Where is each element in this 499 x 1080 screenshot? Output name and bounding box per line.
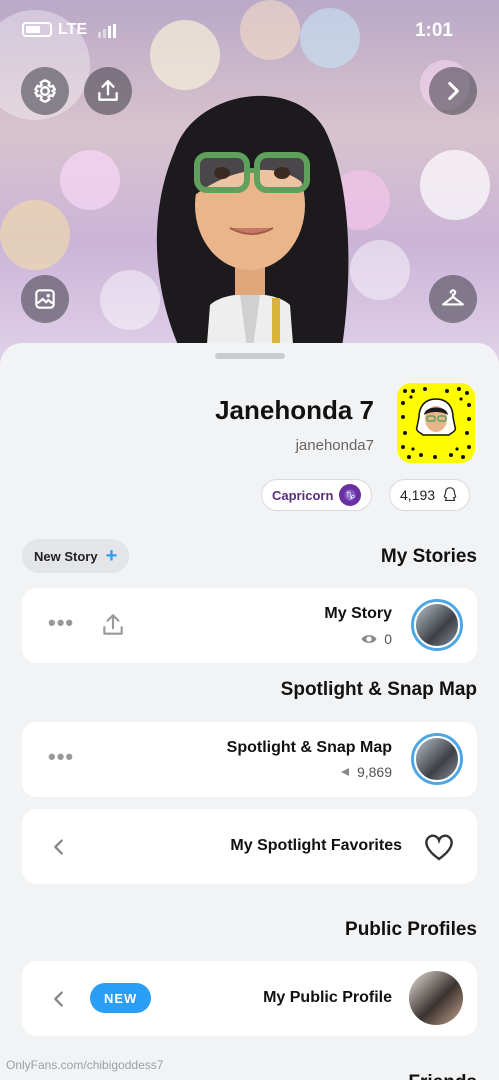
display-name: Janehonda 7 bbox=[215, 395, 374, 425]
battery-icon bbox=[22, 22, 52, 37]
chevron-left-icon bbox=[54, 991, 63, 1007]
hanger-icon bbox=[442, 289, 464, 306]
capricorn-icon: ♑ bbox=[339, 484, 362, 506]
snapcode[interactable] bbox=[397, 383, 475, 463]
heart-icon bbox=[425, 834, 453, 861]
my-story-card[interactable]: ••• My Story 0 bbox=[22, 588, 477, 663]
watermark: OnlyFans.com/chibigoddess7 bbox=[6, 1058, 164, 1072]
public-profile-avatar[interactable] bbox=[409, 971, 463, 1025]
drag-handle[interactable] bbox=[215, 353, 285, 359]
zodiac-label: Capricorn bbox=[272, 487, 334, 503]
upload-icon[interactable] bbox=[100, 612, 126, 638]
public-profiles-title: Public Profiles bbox=[345, 919, 477, 940]
next-button[interactable] bbox=[429, 67, 477, 115]
gear-icon bbox=[33, 79, 57, 103]
settings-button[interactable] bbox=[21, 67, 69, 115]
ghost-icon bbox=[443, 487, 457, 501]
image-icon bbox=[35, 289, 55, 309]
my-stories-title: My Stories bbox=[380, 546, 477, 567]
new-story-label: New Story bbox=[34, 548, 98, 564]
share-profile-button[interactable] bbox=[84, 67, 132, 115]
new-story-button[interactable]: New Story + bbox=[22, 539, 130, 573]
spotlight-view-count: 9,869 bbox=[356, 764, 392, 780]
clock: 1:01 bbox=[414, 20, 453, 41]
public-profile-label: My Public Profile bbox=[263, 989, 392, 1006]
my-story-title: My Story bbox=[324, 605, 392, 622]
my-story-view-count: 0 bbox=[384, 631, 392, 647]
friends-title: Friends bbox=[408, 1072, 477, 1080]
chevron-right-icon bbox=[448, 81, 459, 101]
my-story-views: 0 bbox=[360, 630, 392, 648]
play-icon bbox=[340, 768, 349, 776]
zodiac-chip[interactable]: Capricorn ♑ bbox=[261, 479, 373, 511]
share-icon bbox=[98, 80, 118, 101]
eye-icon bbox=[361, 635, 377, 643]
bitmoji-avatar bbox=[156, 95, 349, 370]
spotlight-title: Spotlight & Snap Map bbox=[280, 679, 477, 700]
spotlight-item-title: Spotlight & Snap Map bbox=[226, 739, 392, 756]
snap-score: 4,193 bbox=[400, 487, 436, 503]
more-options-icon[interactable]: ••• bbox=[48, 744, 74, 770]
snap-score-chip[interactable]: 4,193 bbox=[389, 479, 471, 511]
spotlight-views: 9,869 bbox=[339, 764, 392, 780]
username: janehonda7 bbox=[295, 437, 374, 454]
network-label: LTE bbox=[58, 21, 88, 38]
my-story-thumbnail[interactable] bbox=[411, 599, 463, 651]
spotlight-favorites-card[interactable]: My Spotlight Favorites bbox=[22, 809, 477, 884]
spotlight-favorites-label: My Spotlight Favorites bbox=[230, 837, 402, 854]
profile-hero: LTE 1:01 bbox=[0, 0, 499, 372]
more-options-icon[interactable]: ••• bbox=[48, 610, 74, 636]
chevron-left-icon bbox=[54, 839, 63, 855]
plus-icon: + bbox=[105, 545, 118, 567]
public-profile-card[interactable]: NEW My Public Profile bbox=[22, 961, 477, 1036]
new-badge: NEW bbox=[90, 983, 152, 1013]
outfit-button[interactable] bbox=[429, 275, 477, 323]
spotlight-card[interactable]: ••• Spotlight & Snap Map 9,869 bbox=[22, 722, 477, 797]
selfie-button[interactable] bbox=[21, 275, 69, 323]
spotlight-thumbnail[interactable] bbox=[411, 733, 463, 785]
snapcode-icon bbox=[401, 387, 471, 459]
status-bar: LTE 1:01 bbox=[18, 18, 481, 42]
signal-icon bbox=[98, 24, 116, 38]
profile-sheet: Janehonda 7 janehonda7 4,193 Capricorn ♑… bbox=[0, 343, 499, 1080]
